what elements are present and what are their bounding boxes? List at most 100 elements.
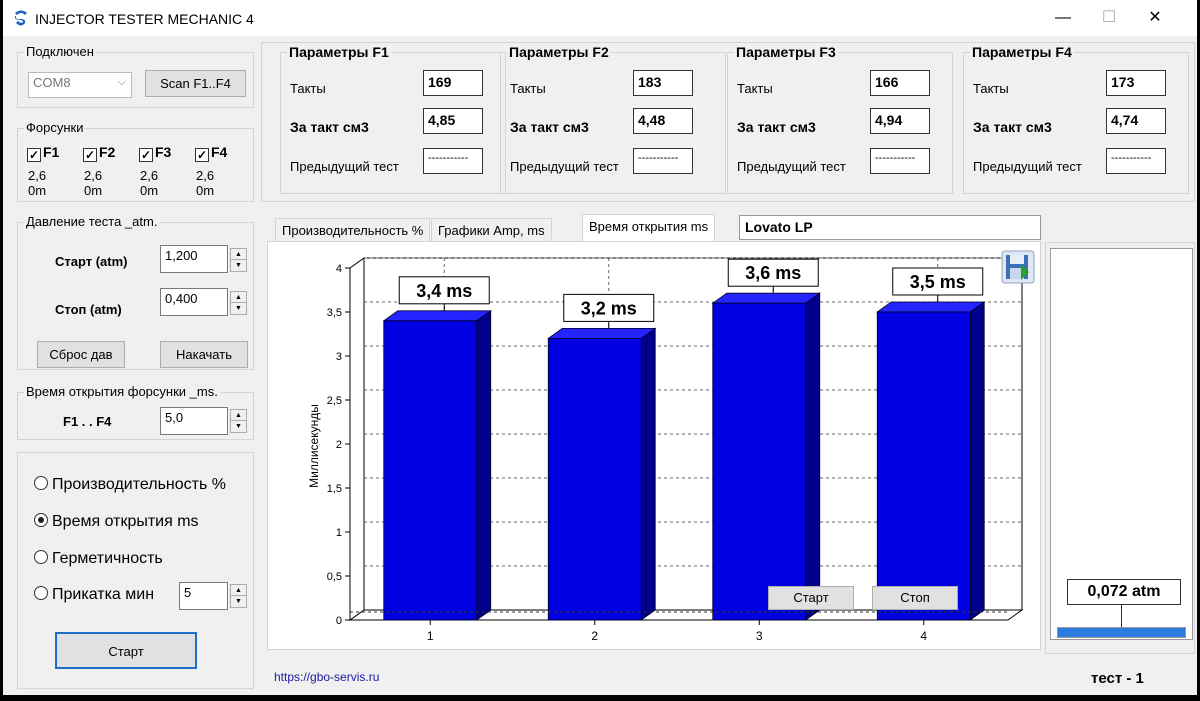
check-icon: ✓ [139, 148, 153, 162]
connection-title: Подключен [24, 44, 96, 59]
x-tick-label: 2 [591, 629, 598, 643]
bar [876, 311, 971, 621]
test-counter: тест - 1 [1091, 670, 1144, 687]
checkbox-f4[interactable]: ✓ F4 [195, 144, 227, 162]
injector-f3-readout: 2,6 0m [140, 168, 159, 198]
pressure-bar [1057, 627, 1186, 638]
stop-pressure-spinner[interactable]: ▲ ▼ [230, 291, 247, 315]
data-label: 3,4 ms [416, 281, 472, 301]
open-time-input[interactable]: 5,0 [160, 407, 228, 435]
open-time-range-label: F1 . . F4 [63, 414, 112, 429]
checkbox-f1[interactable]: ✓ F1 [27, 144, 59, 162]
website-link[interactable]: https://gbo-servis.ru [274, 670, 379, 684]
params-f4-title: Параметры F4 [970, 44, 1074, 60]
prev-test-value: ----------- [1106, 148, 1166, 174]
pressure-value: 0,072 atm [1067, 579, 1181, 605]
app-window: INJECTOR TESTER MECHANIC 4 — ☐ ✕ Подключ… [3, 0, 1197, 695]
params-f4-group: Параметры F4 Такты 173 За такт см3 4,74 … [963, 44, 1189, 194]
spin-up-icon[interactable]: ▲ [231, 585, 246, 596]
radio-dot-selected-icon [34, 513, 48, 527]
start-pressure-spinner[interactable]: ▲ ▼ [230, 248, 247, 272]
per-cycle-value: 4,48 [633, 108, 693, 134]
radio-tightness[interactable]: Герметичность [34, 550, 163, 568]
port-select[interactable]: COM8 ⌵ [28, 72, 132, 98]
chart-start-button[interactable]: Старт [768, 586, 854, 610]
reset-pressure-button[interactable]: Сброс дав [37, 341, 125, 368]
stop-pressure-input[interactable]: 0,400 [160, 288, 228, 316]
start-pressure-label: Старт (atm) [55, 254, 128, 269]
tab-graphs[interactable]: Графики Amp, ms [431, 218, 552, 242]
cycles-value: 166 [870, 70, 930, 96]
bar-side [640, 327, 656, 621]
radio-run-in[interactable]: Прикатка мин [34, 586, 154, 604]
y-axis-label: Миллисекунды [307, 404, 321, 488]
spin-up-icon[interactable]: ▲ [231, 249, 246, 260]
y-tick-label: 0,5 [327, 571, 342, 583]
start-test-button[interactable]: Старт [55, 632, 197, 669]
tab-open-time[interactable]: Время открытия ms [582, 214, 716, 242]
checkbox-f3-label: F3 [155, 144, 172, 160]
checkbox-f2[interactable]: ✓ F2 [83, 144, 115, 162]
x-tick-label: 4 [920, 629, 927, 643]
close-button[interactable]: ✕ [1133, 6, 1177, 30]
radio-open-time[interactable]: Время открытия ms [34, 513, 199, 531]
pump-button[interactable]: Накачать [160, 341, 248, 368]
connection-group: Подключен COM8 ⌵ Scan F1..F4 [17, 44, 254, 108]
params-f2-title: Параметры F2 [507, 44, 611, 60]
checkbox-f1-label: F1 [43, 144, 60, 160]
per-cycle-label: За такт см3 [510, 119, 589, 135]
bar-top [382, 310, 492, 322]
spin-down-icon[interactable]: ▼ [231, 421, 246, 432]
y-tick-label: 1 [336, 527, 342, 539]
prev-test-value: ----------- [870, 148, 930, 174]
run-minutes-spinner[interactable]: ▲ ▼ [230, 584, 247, 608]
save-icon[interactable] [1001, 250, 1035, 284]
spin-up-icon[interactable]: ▲ [231, 292, 246, 303]
cycles-value: 173 [1106, 70, 1166, 96]
injector-f1-readout: 2,6 0m [28, 168, 47, 198]
chart-stop-button[interactable]: Стоп [872, 586, 958, 610]
params-f2-group: Параметры F2 Такты 183 За такт см3 4,48 … [500, 44, 726, 194]
data-label: 3,6 ms [745, 263, 801, 283]
bar [547, 338, 642, 621]
data-label: 3,2 ms [581, 298, 637, 318]
port-value: COM8 [33, 75, 71, 90]
per-cycle-label: За такт см3 [973, 119, 1052, 135]
minimize-button[interactable]: — [1041, 6, 1085, 30]
radio-productivity[interactable]: Производительность % [34, 476, 226, 494]
run-minutes-input[interactable]: 5 [179, 582, 228, 610]
spin-down-icon[interactable]: ▼ [231, 260, 246, 271]
radio-dot-icon [34, 550, 48, 564]
injector-model-field[interactable]: Lovato LP [739, 215, 1041, 240]
open-time-spinner[interactable]: ▲ ▼ [230, 409, 247, 433]
bar [383, 320, 478, 621]
tab-productivity[interactable]: Производительность % [275, 218, 431, 242]
spin-up-icon[interactable]: ▲ [231, 410, 246, 421]
checkbox-f3[interactable]: ✓ F3 [139, 144, 171, 162]
app-logo-icon [14, 10, 27, 26]
data-label: 3,5 ms [910, 272, 966, 292]
maximize-button[interactable]: ☐ [1087, 6, 1131, 30]
injectors-title: Форсунки [24, 120, 86, 135]
cycles-label: Такты [510, 81, 546, 96]
pressure-bar-fill [1058, 628, 1185, 637]
y-tick-label: 2,5 [327, 395, 342, 407]
check-icon: ✓ [27, 148, 41, 162]
bar-top [547, 328, 657, 339]
scan-button[interactable]: Scan F1..F4 [145, 70, 246, 97]
params-f3-group: Параметры F3 Такты 166 За такт см3 4,94 … [727, 44, 953, 194]
bar-side [969, 301, 985, 621]
prev-test-label: Предыдущий тест [290, 159, 399, 174]
open-time-title: Время открытия форсунки _ms. [24, 384, 220, 399]
start-pressure-input[interactable]: 1,200 [160, 245, 228, 273]
params-f1-title: Параметры F1 [287, 44, 391, 60]
prev-test-label: Предыдущий тест [510, 159, 619, 174]
per-cycle-value: 4,74 [1106, 108, 1166, 134]
check-icon: ✓ [195, 148, 209, 162]
per-cycle-value: 4,94 [870, 108, 930, 134]
prev-test-label: Предыдущий тест [737, 159, 846, 174]
x-tick-label: 1 [427, 629, 434, 643]
per-cycle-value: 4,85 [423, 108, 483, 134]
spin-down-icon[interactable]: ▼ [231, 303, 246, 314]
spin-down-icon[interactable]: ▼ [231, 596, 246, 607]
